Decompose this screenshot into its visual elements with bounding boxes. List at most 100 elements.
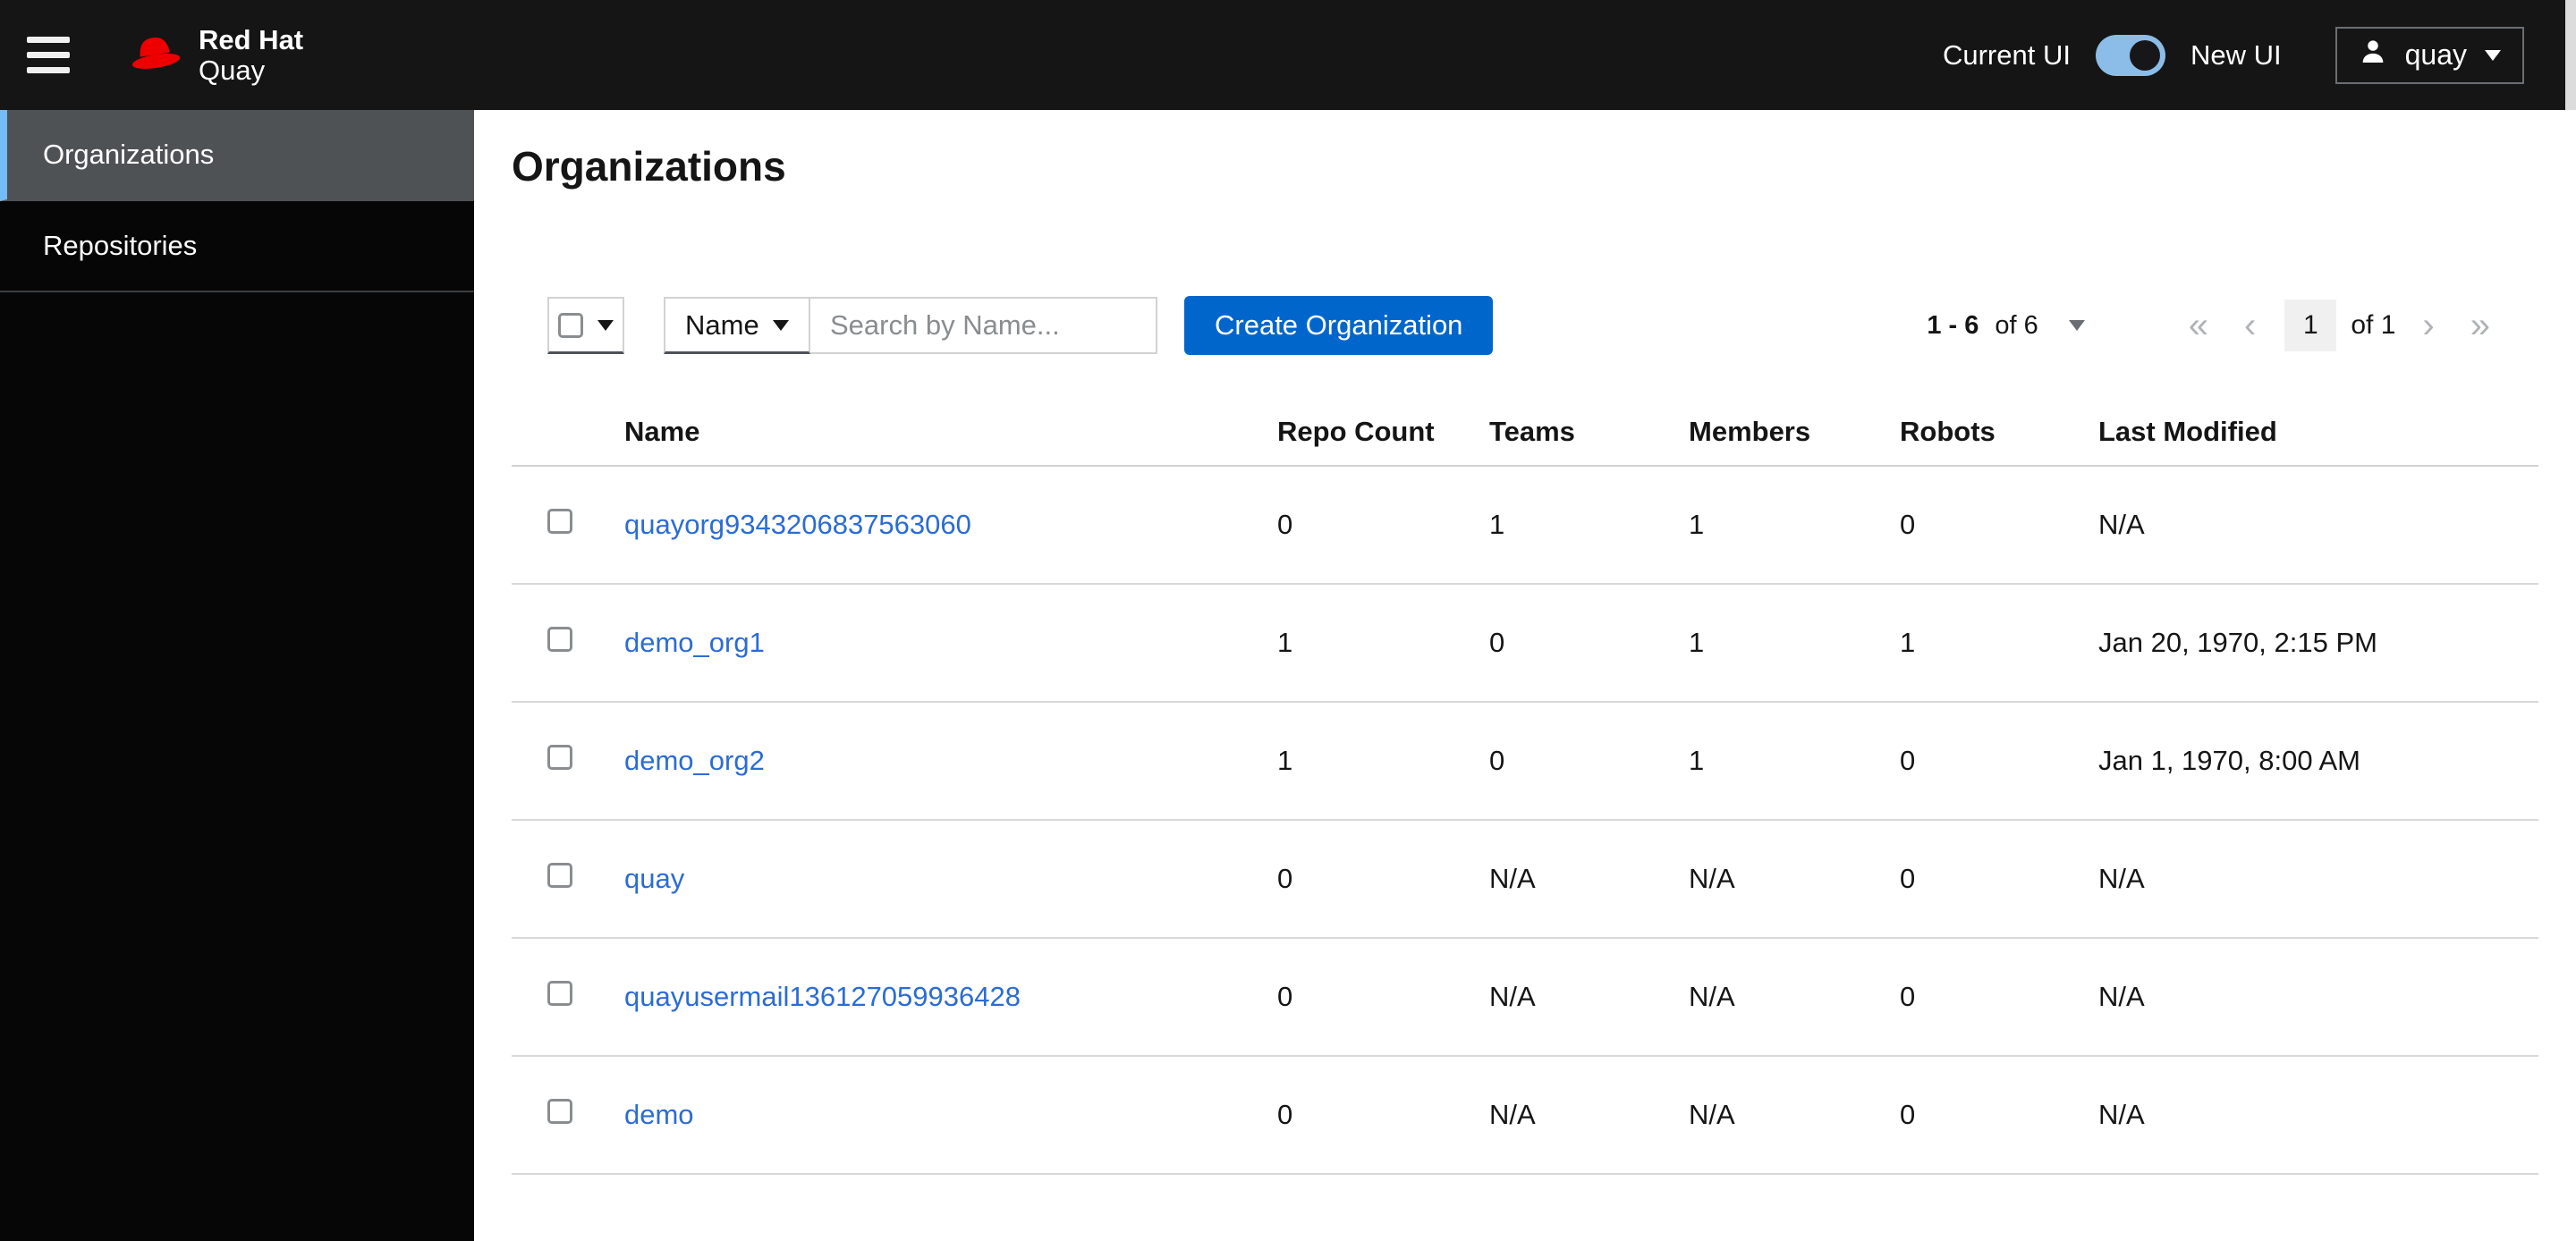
row-checkbox[interactable] bbox=[547, 1099, 572, 1124]
org-name-link[interactable]: demo_org2 bbox=[624, 745, 765, 776]
robots-cell: 0 bbox=[1900, 863, 1916, 894]
table-row: quayusermail136127059936428 0 N/A N/A 0 N/A bbox=[512, 939, 2538, 1057]
teams-cell: N/A bbox=[1489, 981, 1536, 1012]
column-header-repo-count: Repo Count bbox=[1277, 415, 1435, 447]
chevron-down-icon bbox=[2068, 320, 2085, 331]
hamburger-bar bbox=[27, 37, 70, 43]
org-name-link[interactable]: demo bbox=[624, 1099, 694, 1130]
row-checkbox[interactable] bbox=[547, 509, 572, 534]
table-body: quayorg9343206837563060 0 1 1 0 N/A demo_org1 1… bbox=[512, 467, 2538, 1175]
org-name-link[interactable]: quayusermail136127059936428 bbox=[624, 981, 1021, 1012]
pagination-range: 1 - 6 bbox=[1927, 310, 1979, 340]
search-input[interactable] bbox=[810, 297, 1157, 354]
page-count-label: of 1 bbox=[2351, 310, 2396, 340]
user-menu-dropdown[interactable]: quay bbox=[2334, 26, 2524, 84]
current-page-input[interactable]: 1 bbox=[2284, 300, 2337, 351]
last-modified-cell: N/A bbox=[2098, 509, 2145, 540]
pagination-menu-toggle[interactable]: 1 - 6 of 6 bbox=[1927, 310, 2085, 341]
org-name-link[interactable]: quayorg9343206837563060 bbox=[624, 509, 971, 540]
username: quay bbox=[2404, 38, 2467, 71]
create-organization-button[interactable]: Create Organization bbox=[1184, 296, 1494, 355]
members-cell: 1 bbox=[1689, 509, 1705, 540]
user-icon bbox=[2359, 38, 2387, 73]
pagination-total: of 6 bbox=[1995, 310, 2038, 340]
previous-page-button[interactable]: ‹ bbox=[2226, 308, 2274, 343]
ui-version-toggle[interactable] bbox=[2095, 34, 2165, 76]
last-modified-cell: N/A bbox=[2098, 1099, 2145, 1130]
table-row: demo_org2 1 0 1 0 Jan 1, 1970, 8:00 AM bbox=[512, 703, 2538, 821]
org-name-cell: quayorg9343206837563060 bbox=[624, 509, 1277, 541]
org-name-cell: demo_org1 bbox=[624, 627, 1277, 659]
org-name-cell: quay bbox=[624, 863, 1277, 895]
table-header-row: Name Repo Count Teams Members Robots Last Mod… bbox=[512, 398, 2538, 467]
redhat-quay-logo[interactable]: Red Hat Quay bbox=[127, 24, 303, 86]
next-page-button[interactable]: › bbox=[2404, 308, 2452, 343]
teams-cell: N/A bbox=[1489, 863, 1536, 894]
repo-count-cell: 0 bbox=[1277, 509, 1293, 540]
scrollbar-thumb[interactable] bbox=[2565, 0, 2576, 110]
org-name-link[interactable]: demo_org1 bbox=[624, 627, 765, 658]
current-ui-label: Current UI bbox=[1942, 38, 2071, 71]
toggle-knob bbox=[2129, 39, 2160, 71]
redhat-fedora-icon bbox=[127, 31, 184, 79]
repo-count-cell: 0 bbox=[1277, 1099, 1293, 1130]
robots-cell: 1 bbox=[1900, 627, 1916, 658]
column-header-robots: Robots bbox=[1900, 415, 1996, 447]
table-row: demo_org1 1 0 1 1 Jan 20, 1970, 2:15 PM bbox=[512, 585, 2538, 703]
filter-column-value: Name bbox=[685, 308, 759, 341]
sidebar: Organizations Repositories bbox=[0, 110, 474, 1241]
robots-cell: 0 bbox=[1900, 1099, 1916, 1130]
row-checkbox[interactable] bbox=[547, 745, 572, 770]
row-checkbox[interactable] bbox=[547, 627, 572, 652]
teams-cell: 0 bbox=[1489, 627, 1505, 658]
members-cell: 1 bbox=[1689, 627, 1705, 658]
first-page-button[interactable]: « bbox=[2171, 308, 2226, 343]
sidebar-item-organizations[interactable]: Organizations bbox=[0, 110, 474, 201]
column-header-last-modified: Last Modified bbox=[2098, 415, 2277, 447]
row-select-cell bbox=[512, 509, 624, 541]
column-header-name: Name bbox=[624, 415, 700, 447]
bulk-select-dropdown[interactable] bbox=[547, 297, 624, 354]
last-modified-cell: N/A bbox=[2098, 981, 2145, 1012]
masthead: Red Hat Quay Current UI New UI quay bbox=[0, 0, 2576, 110]
row-checkbox[interactable] bbox=[547, 981, 572, 1006]
row-select-cell bbox=[512, 863, 624, 895]
teams-cell: 1 bbox=[1489, 509, 1505, 540]
row-select-cell bbox=[512, 1099, 624, 1131]
table-row: quay 0 N/A N/A 0 N/A bbox=[512, 821, 2538, 939]
column-header-teams: Teams bbox=[1489, 415, 1575, 447]
org-name-cell: demo_org2 bbox=[624, 745, 1277, 777]
table-row: quayorg9343206837563060 0 1 1 0 N/A bbox=[512, 467, 2538, 585]
nav-toggle-hamburger-icon[interactable] bbox=[27, 37, 70, 73]
table-row: demo 0 N/A N/A 0 N/A bbox=[512, 1057, 2538, 1175]
repo-count-cell: 0 bbox=[1277, 981, 1293, 1012]
hamburger-bar bbox=[27, 67, 70, 73]
organizations-table: Name Repo Count Teams Members Robots Last Mod… bbox=[512, 398, 2538, 1175]
row-select-cell bbox=[512, 981, 624, 1013]
chevron-down-icon bbox=[773, 319, 789, 331]
new-ui-label: New UI bbox=[2190, 38, 2282, 71]
repo-count-cell: 1 bbox=[1277, 745, 1293, 776]
last-page-button[interactable]: » bbox=[2453, 308, 2508, 343]
robots-cell: 0 bbox=[1900, 509, 1916, 540]
row-checkbox[interactable] bbox=[547, 863, 572, 888]
members-cell: N/A bbox=[1689, 863, 1735, 894]
last-modified-cell: Jan 1, 1970, 8:00 AM bbox=[2098, 745, 2360, 776]
toolbar: Name Create Organization 1 - 6 of 6 « ‹ … bbox=[512, 296, 2538, 355]
teams-cell: N/A bbox=[1489, 1099, 1536, 1130]
chevron-down-icon bbox=[2485, 49, 2501, 61]
repo-count-cell: 0 bbox=[1277, 863, 1293, 894]
members-cell: N/A bbox=[1689, 981, 1735, 1012]
org-name-link[interactable]: quay bbox=[624, 863, 684, 894]
column-header-members: Members bbox=[1689, 415, 1811, 447]
filter-column-select[interactable]: Name bbox=[664, 297, 810, 354]
pager-controls: « ‹ 1 of 1 › » bbox=[2171, 300, 2508, 351]
sidebar-item-repositories[interactable]: Repositories bbox=[0, 201, 474, 292]
row-select-cell bbox=[512, 745, 624, 777]
row-select-cell bbox=[512, 627, 624, 659]
bulk-select-checkbox[interactable] bbox=[558, 312, 583, 338]
pagination: 1 - 6 of 6 « ‹ 1 of 1 › » bbox=[1927, 300, 2508, 351]
members-cell: N/A bbox=[1689, 1099, 1735, 1130]
brand-product: Quay bbox=[199, 54, 266, 86]
last-modified-cell: Jan 20, 1970, 2:15 PM bbox=[2098, 627, 2377, 658]
